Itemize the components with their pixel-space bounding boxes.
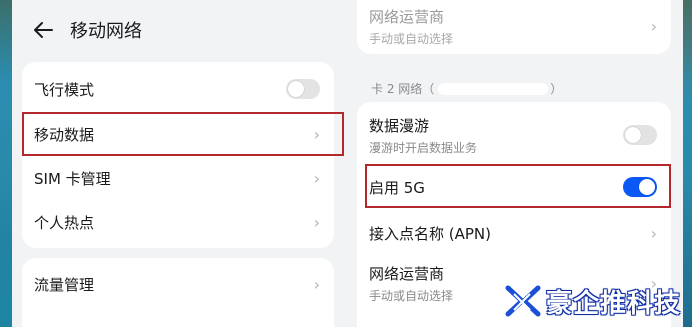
row-sub: 手动或自动选择 bbox=[369, 288, 454, 303]
section-label-text: 卡 2 网络（ bbox=[371, 82, 435, 96]
airplane-mode-row[interactable]: 飞行模式 bbox=[22, 70, 334, 108]
chevron-right-icon: › bbox=[313, 274, 320, 294]
row-text: 网络运营商 手动或自动选择 bbox=[369, 6, 453, 47]
chevron-right-icon: › bbox=[650, 16, 657, 36]
row-label: 流量管理 bbox=[34, 275, 95, 294]
hotspot-row[interactable]: 个人热点 › bbox=[22, 202, 334, 242]
data-usage-row[interactable]: 流量管理 › bbox=[22, 264, 334, 304]
watermark: 豪企推科技 bbox=[504, 282, 681, 320]
data-roaming-row[interactable]: 数据漫游 漫游时开启数据业务 bbox=[357, 110, 671, 160]
toggle-knob bbox=[288, 81, 304, 97]
back-arrow-icon[interactable] bbox=[32, 20, 54, 40]
row-label: 网络运营商 bbox=[369, 264, 445, 283]
page-title: 移动网络 bbox=[70, 21, 142, 42]
row-text: 数据漫游 漫游时开启数据业务 bbox=[369, 115, 477, 156]
row-label: 接入点名称 (APN) bbox=[369, 224, 492, 243]
watermark-text: 豪企推科技 bbox=[546, 288, 682, 319]
airplane-mode-toggle[interactable] bbox=[286, 79, 320, 99]
sim-management-row[interactable]: SIM 卡管理 › bbox=[22, 158, 334, 198]
row-sub: 手动或自动选择 bbox=[369, 31, 454, 46]
chevron-right-icon: › bbox=[313, 212, 320, 232]
highlight-box-enable-5g bbox=[365, 164, 671, 208]
apn-row[interactable]: 接入点名称 (APN) › bbox=[357, 212, 671, 254]
chevron-right-icon: › bbox=[313, 168, 320, 188]
watermark-logo-icon bbox=[504, 282, 542, 320]
carrier-row-top[interactable]: 网络运营商 手动或自动选择 › bbox=[357, 6, 671, 46]
row-text: 网络运营商 手动或自动选择 bbox=[369, 263, 453, 304]
row-label: 飞行模式 bbox=[34, 80, 95, 99]
row-label: SIM 卡管理 bbox=[34, 169, 111, 188]
redacted-number bbox=[438, 82, 549, 95]
card2-network-panel: 网络运营商 手动或自动选择 › 卡 2 网络（ ） 数据漫游 漫游时开启数据业务… bbox=[345, 0, 683, 327]
row-label: 个人热点 bbox=[34, 213, 95, 232]
settings-card-2: 流量管理 › bbox=[22, 258, 334, 327]
mobile-network-panel: 移动网络 飞行模式 移动数据 › SIM 卡管理 › 个人热点 › 流量管理 › bbox=[12, 0, 347, 327]
row-label: 网络运营商 bbox=[369, 7, 445, 26]
row-label: 数据漫游 bbox=[369, 116, 430, 135]
row-sub: 漫游时开启数据业务 bbox=[369, 140, 478, 155]
settings-card-top: 网络运营商 手动或自动选择 › bbox=[357, 0, 671, 54]
highlight-box-mobile-data bbox=[22, 112, 344, 156]
chevron-right-icon: › bbox=[650, 223, 657, 243]
section-label-end: ） bbox=[550, 82, 563, 96]
section-label-card2: 卡 2 网络（ ） bbox=[371, 80, 562, 97]
header: 移动网络 bbox=[32, 14, 142, 46]
data-roaming-toggle[interactable] bbox=[623, 125, 657, 145]
toggle-knob bbox=[625, 127, 641, 143]
